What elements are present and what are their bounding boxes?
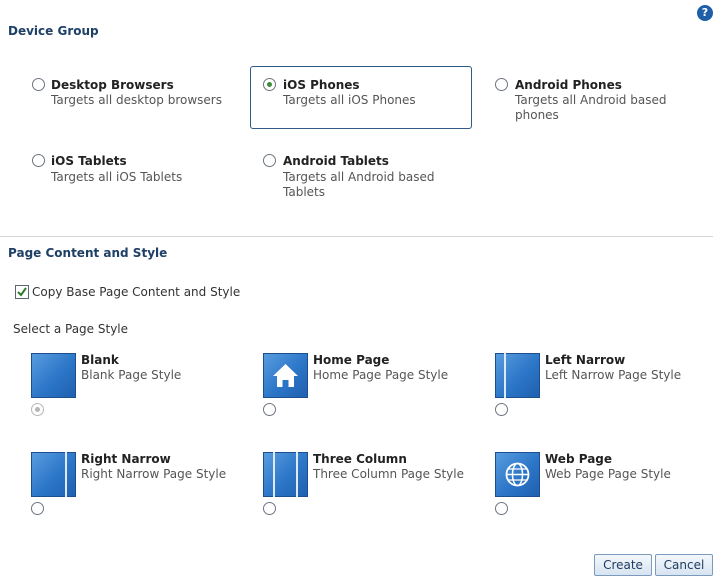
device-option-description: Targets all desktop browsers — [51, 93, 222, 107]
column-divider — [273, 452, 275, 497]
page-style-description: Three Column Page Style — [313, 467, 464, 481]
device-option-title: Android Phones — [515, 78, 622, 92]
radio-page-style-three-column[interactable] — [263, 502, 276, 515]
globe-icon[interactable] — [495, 452, 540, 497]
device-group-title: Device Group — [8, 24, 99, 38]
device-option-title: iOS Tablets — [51, 154, 127, 168]
checkmark-icon — [17, 287, 27, 297]
column-divider — [296, 452, 298, 497]
radio-page-style-home-page[interactable] — [263, 403, 276, 416]
radio-ios-phones[interactable] — [263, 78, 276, 91]
device-option-title: iOS Phones — [283, 78, 360, 92]
page-style-description: Home Page Page Style — [313, 368, 449, 382]
select-page-style-label: Select a Page Style — [13, 322, 129, 336]
home-icon[interactable] — [263, 353, 308, 398]
radio-page-style-right-narrow[interactable] — [31, 502, 44, 515]
page-style-title: Web Page — [545, 452, 613, 466]
page-style-title: Blank — [81, 353, 119, 367]
page-style-description: Left Narrow Page Style — [545, 368, 682, 382]
three-column-layout-icon[interactable] — [263, 452, 308, 497]
device-option-description: Targets all iOS Phones — [283, 93, 416, 107]
device-option-description: Targets all Android based phones — [515, 93, 667, 122]
radio-page-style-left-narrow[interactable] — [495, 403, 508, 416]
page-style-title: Right Narrow — [81, 452, 171, 466]
house-glyph-icon — [273, 364, 298, 387]
blank-page-icon[interactable] — [31, 353, 76, 398]
page-style-description: Web Page Page Style — [545, 467, 671, 481]
section-divider — [0, 236, 713, 237]
left-narrow-layout-icon[interactable] — [495, 353, 540, 398]
copy-base-page-label[interactable]: Copy Base Page Content and Style — [32, 285, 240, 299]
copy-base-page-checkbox[interactable] — [15, 285, 29, 299]
radio-android-tablets[interactable] — [263, 154, 276, 167]
radio-android-phones[interactable] — [495, 78, 508, 91]
device-option-title: Desktop Browsers — [51, 78, 174, 92]
page-content-title: Page Content and Style — [8, 246, 168, 260]
globe-glyph-icon — [505, 462, 530, 487]
page-style-title: Home Page — [313, 353, 390, 367]
radio-ios-tablets[interactable] — [32, 154, 45, 167]
help-icon[interactable]: ? — [697, 5, 713, 21]
device-option-title: Android Tablets — [283, 154, 389, 168]
page-style-title: Left Narrow — [545, 353, 626, 367]
radio-page-style-web-page[interactable] — [495, 502, 508, 515]
page-style-title: Three Column — [313, 452, 407, 466]
device-option-description: Targets all Android based Tablets — [283, 170, 435, 199]
page-style-description: Blank Page Style — [81, 368, 182, 382]
radio-desktop-browsers[interactable] — [32, 78, 45, 91]
device-option-description: Targets all iOS Tablets — [51, 170, 183, 184]
cancel-button[interactable]: Cancel — [655, 554, 713, 576]
create-button[interactable]: Create — [594, 554, 652, 576]
page-style-description: Right Narrow Page Style — [81, 467, 227, 481]
right-narrow-layout-icon[interactable] — [31, 452, 76, 497]
radio-page-style-blank[interactable] — [31, 403, 44, 416]
